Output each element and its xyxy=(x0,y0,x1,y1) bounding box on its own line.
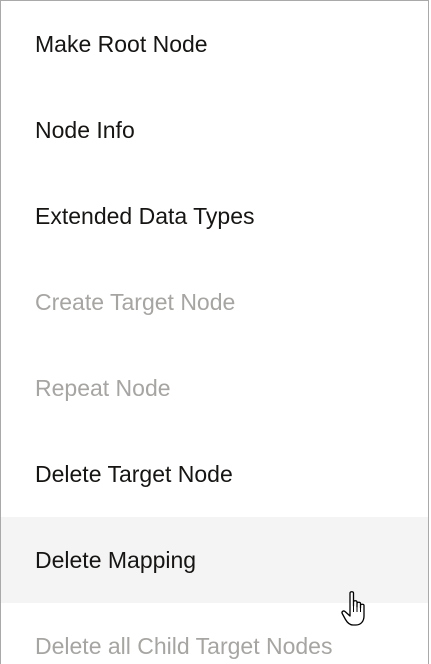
menu-item-delete-target-node[interactable]: Delete Target Node xyxy=(1,431,428,517)
menu-item-make-root-node[interactable]: Make Root Node xyxy=(1,1,428,87)
hand-pointer-icon xyxy=(341,591,365,626)
menu-item-repeat-node: Repeat Node xyxy=(35,374,171,401)
context-menu: Make Root Node Node Info Extended Data T… xyxy=(0,0,429,664)
menu-item-create-target-node: Create Target Node xyxy=(35,288,236,315)
menu-item-node-info[interactable]: Node Info xyxy=(1,87,428,173)
menu-item-extended-data-types[interactable]: Extended Data Types xyxy=(1,173,428,259)
